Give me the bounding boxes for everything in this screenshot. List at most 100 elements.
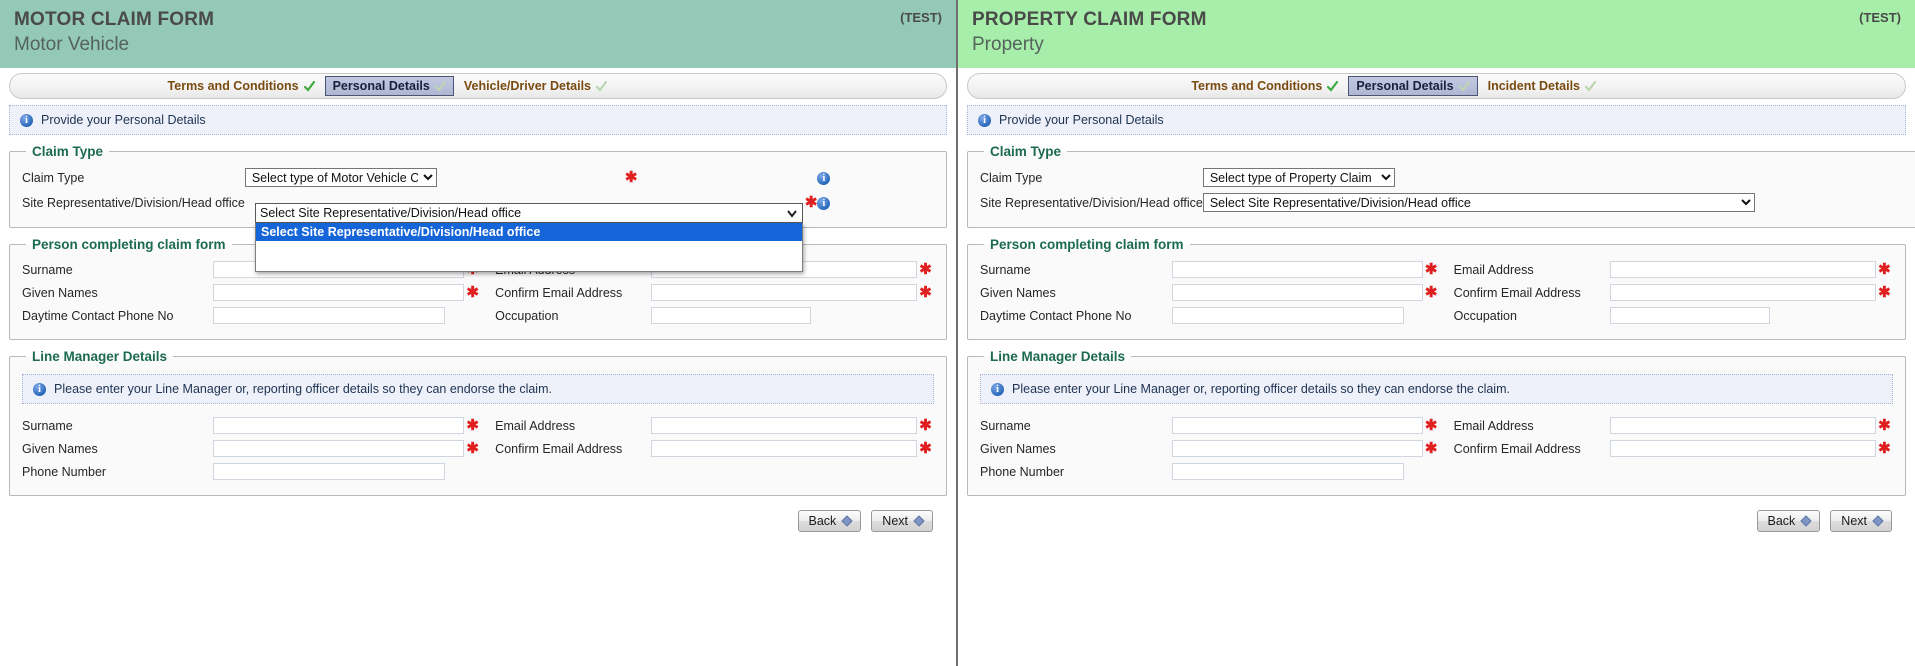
property-person-phone-input[interactable] [1171,307,1404,324]
motor-person-occupation-input[interactable] [651,307,812,324]
motor-manager-email-input[interactable] [651,417,917,434]
motor-info-banner-text: Provide your Personal Details [41,113,206,127]
motor-person-surname-label: Surname [22,262,73,277]
property-back-button[interactable]: Back [1756,510,1821,532]
motor-back-label: Back [808,514,837,528]
property-next-button[interactable]: Next [1830,510,1892,532]
check-pending-icon [1458,80,1470,92]
property-manager-surname-input[interactable] [1171,417,1423,434]
check-pending-icon [1585,80,1596,92]
table-row: Given Names ✱ Confirm Email Address ✱ [22,281,934,304]
info-icon: i [20,113,33,127]
property-info-banner-text: Provide your Personal Details [999,113,1164,127]
motor-manager-email-label: Email Address [495,418,576,433]
property-person-given-label: Given Names [980,285,1056,300]
motor-person-phone-label: Daytime Contact Phone No [22,308,174,323]
required-mark: ✱ [1878,283,1891,301]
property-person-email-input[interactable] [1609,261,1876,278]
motor-next-button[interactable]: Next [871,510,933,532]
property-site-rep-label: Site Representative/Division/Head office [980,195,1203,210]
tab-terms-and-conditions[interactable]: Terms and Conditions [1183,76,1346,96]
table-row: Claim Type Select type of Property Claim… [980,165,1915,190]
property-claim-type-select[interactable]: Select type of Property Claim [1202,168,1395,187]
info-icon: i [978,113,991,127]
info-icon: i [33,382,46,396]
tab-vehicle-driver-details[interactable]: Vehicle/Driver Details [456,76,615,96]
motor-site-rep-dropdown-open[interactable]: Select Site Representative/Division/Head… [255,203,803,272]
property-form-title: PROPERTY CLAIM FORM [972,9,1207,30]
table-row: Given Names ✱ Confirm Email Address ✱ [22,437,934,460]
motor-site-rep-option-list[interactable]: Select Site Representative/Division/Head… [255,223,803,272]
required-mark: ✱ [1755,165,1915,190]
motor-manager-phone-label: Phone Number [22,464,107,479]
property-manager-legend: Line Manager Details [990,349,1126,364]
motor-manager-confirm-email-label: Confirm Email Address [495,441,623,456]
dual-claim-form-screen: MOTOR CLAIM FORM Motor Vehicle (TEST) Te… [0,0,1915,666]
tab-incident-details[interactable]: Incident Details [1480,76,1604,96]
table-row: Phone Number [22,460,934,483]
tab-terms-label: Terms and Conditions [1191,79,1323,93]
property-person-email-label: Email Address [1453,262,1534,277]
table-row: Daytime Contact Phone No Occupation [22,304,934,327]
property-person-grid: Surname ✱ Email Address ✱ Given Names ✱ … [980,258,1893,327]
property-next-label: Next [1841,514,1867,528]
property-person-confirm-email-input[interactable] [1609,284,1876,301]
motor-person-phone-input[interactable] [213,307,446,324]
motor-site-rep-label: Site Representative/Division/Head office [22,195,245,210]
motor-person-given-input[interactable] [213,284,465,301]
motor-form-subtitle: Motor Vehicle [14,34,130,55]
property-person-occupation-input[interactable] [1609,307,1770,324]
property-person-legend: Person completing claim form [990,237,1184,252]
diamond-icon [1800,515,1812,527]
property-manager-phone-input[interactable] [1171,463,1404,480]
property-manager-confirm-email-input[interactable] [1609,440,1876,457]
motor-tabstrip: Terms and Conditions Personal Details Ve… [9,73,947,99]
table-row: Site Representative/Division/Head office… [980,190,1915,215]
motor-site-rep-dropdown-display[interactable]: Select Site Representative/Division/Head… [255,203,803,223]
required-mark: ✱ [466,283,479,301]
motor-claim-type-select[interactable]: Select type of Motor Vehicle Claim [244,168,437,187]
property-back-label: Back [1767,514,1796,528]
motor-header: MOTOR CLAIM FORM Motor Vehicle (TEST) [0,0,956,68]
motor-back-button[interactable]: Back [797,510,862,532]
property-claim-type-label: Claim Type [980,170,1043,185]
property-person-given-input[interactable] [1171,284,1423,301]
property-claim-type-legend: Claim Type [990,144,1062,159]
property-manager-email-input[interactable] [1609,417,1876,434]
property-env-badge: (TEST) [1859,10,1901,25]
motor-person-given-label: Given Names [22,285,98,300]
property-manager-notice: i Please enter your Line Manager or, rep… [980,374,1893,404]
required-mark: ✱ [1424,416,1438,434]
property-person-section: Person completing claim form Surname ✱ E… [967,237,1906,340]
motor-info-banner: i Provide your Personal Details [9,105,947,135]
check-pending-icon [434,80,446,92]
tab-personal-label: Personal Details [1356,79,1454,93]
property-site-rep-select[interactable]: Select Site Representative/Division/Head… [1202,193,1755,212]
motor-site-rep-option-0[interactable]: Select Site Representative/Division/Head… [256,223,802,241]
motor-site-rep-info[interactable]: i [817,190,841,215]
property-person-surname-input[interactable] [1171,261,1423,278]
tab-terms-and-conditions[interactable]: Terms and Conditions [160,76,323,96]
tab-personal-details[interactable]: Personal Details [324,76,454,96]
tab-personal-details[interactable]: Personal Details [1348,76,1478,96]
motor-manager-surname-input[interactable] [213,417,465,434]
motor-manager-confirm-email-input[interactable] [651,440,917,457]
property-manager-grid: Surname ✱ Email Address ✱ Given Names ✱ … [980,414,1893,483]
motor-claim-type-info[interactable]: i [817,165,841,190]
property-form-subtitle: Property [972,34,1044,55]
table-row: Given Names ✱ Confirm Email Address ✱ [980,437,1893,460]
motor-person-confirm-email-label: Confirm Email Address [495,285,623,300]
property-person-phone-label: Daytime Contact Phone No [980,308,1132,323]
property-manager-given-input[interactable] [1171,440,1423,457]
required-mark: ✱ [1424,439,1438,457]
motor-manager-given-input[interactable] [213,440,465,457]
table-row: Claim Type Select type of Motor Vehicle … [22,165,934,190]
property-person-occupation-label: Occupation [1453,308,1517,323]
property-manager-notice-text: Please enter your Line Manager or, repor… [1012,382,1510,396]
table-row: Surname ✱ Email Address ✱ [22,414,934,437]
required-mark: ✱ [919,439,932,457]
motor-form-title: MOTOR CLAIM FORM [14,9,215,30]
motor-person-confirm-email-input[interactable] [651,284,917,301]
motor-claim-type-select-cell: Select type of Motor Vehicle Claim [244,165,445,190]
motor-manager-phone-input[interactable] [213,463,446,480]
